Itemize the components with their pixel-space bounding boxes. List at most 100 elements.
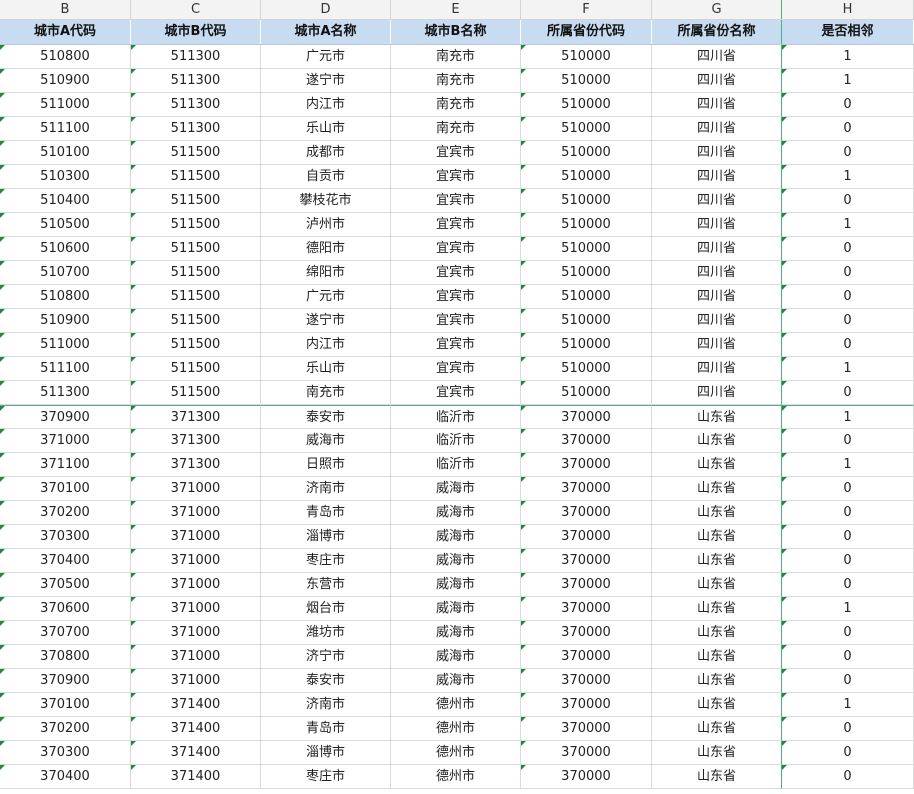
table-cell[interactable]: 四川省 <box>652 141 782 165</box>
table-cell[interactable]: 0 <box>782 573 914 597</box>
table-cell[interactable]: 乐山市 <box>261 357 391 381</box>
table-cell[interactable]: 0 <box>782 261 914 285</box>
table-cell[interactable]: 510600 <box>0 237 131 261</box>
table-cell[interactable]: 370000 <box>521 693 652 717</box>
table-cell[interactable]: 四川省 <box>652 237 782 261</box>
table-cell[interactable]: 0 <box>782 381 914 405</box>
table-cell[interactable]: 0 <box>782 93 914 117</box>
table-cell[interactable]: 宜宾市 <box>391 189 521 213</box>
table-cell[interactable]: 宜宾市 <box>391 141 521 165</box>
table-cell[interactable]: 371000 <box>131 549 261 573</box>
table-cell[interactable]: 370100 <box>0 693 131 717</box>
table-cell[interactable]: 510900 <box>0 309 131 333</box>
column-letter-d[interactable]: D <box>261 0 391 19</box>
table-cell[interactable]: 511500 <box>131 213 261 237</box>
table-cell[interactable]: 0 <box>782 141 914 165</box>
table-cell[interactable]: 绵阳市 <box>261 261 391 285</box>
table-cell[interactable]: 山东省 <box>652 429 782 453</box>
table-cell[interactable]: 0 <box>782 717 914 741</box>
table-cell[interactable]: 0 <box>782 525 914 549</box>
table-cell[interactable]: 四川省 <box>652 261 782 285</box>
header-cell[interactable]: 城市A代码 <box>0 20 131 44</box>
table-cell[interactable]: 山东省 <box>652 765 782 789</box>
table-cell[interactable]: 370000 <box>521 501 652 525</box>
table-cell[interactable]: 泰安市 <box>261 669 391 693</box>
table-cell[interactable]: 371000 <box>131 597 261 621</box>
table-cell[interactable]: 370000 <box>521 621 652 645</box>
table-cell[interactable]: 510000 <box>521 261 652 285</box>
table-cell[interactable]: 山东省 <box>652 597 782 621</box>
table-cell[interactable]: 遂宁市 <box>261 69 391 93</box>
table-cell[interactable]: 370700 <box>0 621 131 645</box>
table-cell[interactable]: 0 <box>782 621 914 645</box>
table-cell[interactable]: 0 <box>782 741 914 765</box>
table-cell[interactable]: 371000 <box>131 501 261 525</box>
table-cell[interactable]: 宜宾市 <box>391 357 521 381</box>
table-cell[interactable]: 1 <box>782 165 914 189</box>
table-cell[interactable]: 511500 <box>131 189 261 213</box>
table-cell[interactable]: 临沂市 <box>391 429 521 453</box>
table-cell[interactable]: 威海市 <box>391 477 521 501</box>
column-letter-c[interactable]: C <box>131 0 261 19</box>
table-cell[interactable]: 371400 <box>131 693 261 717</box>
table-cell[interactable]: 山东省 <box>652 525 782 549</box>
table-cell[interactable]: 内江市 <box>261 333 391 357</box>
table-cell[interactable]: 青岛市 <box>261 501 391 525</box>
table-cell[interactable]: 371100 <box>0 453 131 477</box>
table-cell[interactable]: 山东省 <box>652 717 782 741</box>
table-cell[interactable]: 威海市 <box>391 525 521 549</box>
table-cell[interactable]: 511300 <box>131 69 261 93</box>
table-cell[interactable]: 东营市 <box>261 573 391 597</box>
table-cell[interactable]: 青岛市 <box>261 717 391 741</box>
table-cell[interactable]: 371000 <box>131 669 261 693</box>
table-cell[interactable]: 511300 <box>131 93 261 117</box>
table-cell[interactable]: 成都市 <box>261 141 391 165</box>
table-cell[interactable]: 山东省 <box>652 693 782 717</box>
table-cell[interactable]: 广元市 <box>261 45 391 69</box>
table-cell[interactable]: 511300 <box>0 381 131 405</box>
column-letter-f[interactable]: F <box>521 0 652 19</box>
table-cell[interactable]: 威海市 <box>261 429 391 453</box>
table-cell[interactable]: 淄博市 <box>261 525 391 549</box>
table-cell[interactable]: 南充市 <box>261 381 391 405</box>
table-cell[interactable]: 370000 <box>521 429 652 453</box>
table-cell[interactable]: 宜宾市 <box>391 237 521 261</box>
table-cell[interactable]: 山东省 <box>652 621 782 645</box>
table-cell[interactable]: 370000 <box>521 525 652 549</box>
table-cell[interactable]: 510800 <box>0 45 131 69</box>
table-cell[interactable]: 1 <box>782 597 914 621</box>
table-cell[interactable]: 511100 <box>0 117 131 141</box>
table-cell[interactable]: 371300 <box>131 453 261 477</box>
table-cell[interactable]: 山东省 <box>652 477 782 501</box>
table-cell[interactable]: 511300 <box>131 117 261 141</box>
table-cell[interactable]: 宜宾市 <box>391 213 521 237</box>
table-cell[interactable]: 1 <box>782 693 914 717</box>
table-cell[interactable]: 510000 <box>521 357 652 381</box>
table-cell[interactable]: 四川省 <box>652 381 782 405</box>
table-cell[interactable]: 宜宾市 <box>391 285 521 309</box>
table-cell[interactable]: 510000 <box>521 117 652 141</box>
column-letter-g[interactable]: G <box>652 0 782 19</box>
header-cell[interactable]: 城市B名称 <box>391 20 521 44</box>
table-cell[interactable]: 510800 <box>0 285 131 309</box>
column-letter-h[interactable]: H <box>782 0 914 19</box>
table-cell[interactable]: 济南市 <box>261 477 391 501</box>
table-cell[interactable]: 自贡市 <box>261 165 391 189</box>
table-cell[interactable]: 371300 <box>131 405 261 429</box>
table-cell[interactable]: 山东省 <box>652 741 782 765</box>
table-cell[interactable]: 510400 <box>0 189 131 213</box>
table-cell[interactable]: 370800 <box>0 645 131 669</box>
table-cell[interactable]: 511100 <box>0 357 131 381</box>
table-cell[interactable]: 泰安市 <box>261 405 391 429</box>
table-cell[interactable]: 山东省 <box>652 645 782 669</box>
table-cell[interactable]: 1 <box>782 453 914 477</box>
table-cell[interactable]: 510000 <box>521 333 652 357</box>
table-cell[interactable]: 371000 <box>0 429 131 453</box>
table-cell[interactable]: 威海市 <box>391 669 521 693</box>
table-cell[interactable]: 南充市 <box>391 93 521 117</box>
table-cell[interactable]: 511500 <box>131 381 261 405</box>
table-cell[interactable]: 510000 <box>521 213 652 237</box>
table-cell[interactable]: 济南市 <box>261 693 391 717</box>
table-cell[interactable]: 宜宾市 <box>391 309 521 333</box>
table-cell[interactable]: 370100 <box>0 477 131 501</box>
